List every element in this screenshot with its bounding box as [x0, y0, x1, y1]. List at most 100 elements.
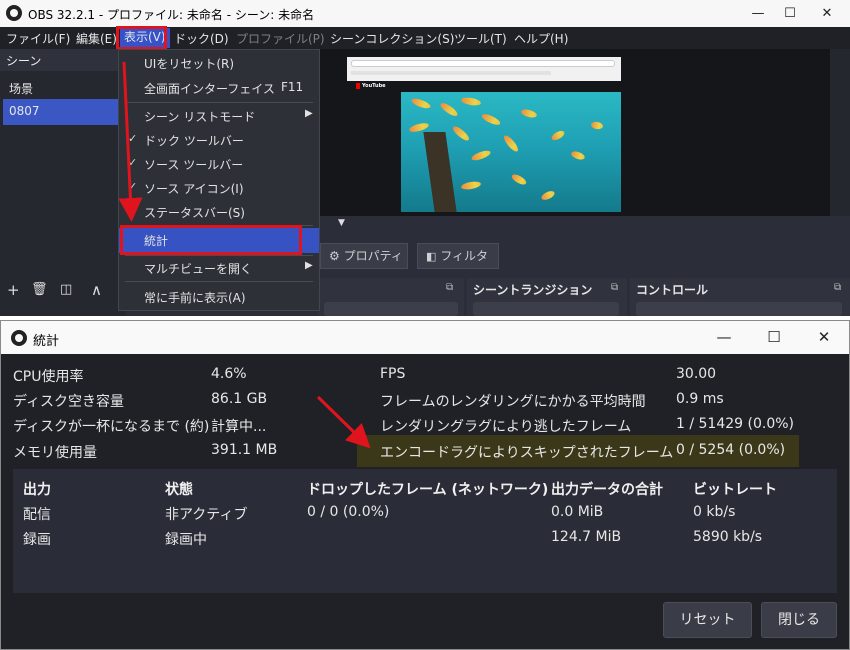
stat-value-render-time: 0.9 ms: [676, 391, 724, 407]
stat-value-render-lag: 1 / 51429 (0.0%): [676, 416, 795, 432]
stat-value-fps: 30.00: [676, 366, 717, 382]
properties-button[interactable]: ⚙ プロパティ: [320, 243, 408, 269]
sources-dock: ⧉: [318, 278, 464, 316]
controls-dock: コントロール ⧉: [630, 278, 850, 316]
minimize-button[interactable]: —: [699, 321, 749, 354]
preview-dropdown-icon[interactable]: ▼: [338, 218, 345, 228]
window-title: OBS 32.2.1 - プロファイル: 未命名 - シーン: 未命名: [28, 8, 315, 22]
properties-label: プロパティ: [343, 249, 403, 263]
table-cell: 録画: [23, 532, 51, 548]
scene-item[interactable]: 场景: [3, 75, 119, 101]
table-cell: 124.7 MiB: [551, 529, 622, 545]
dock-content: [324, 302, 458, 316]
reset-button[interactable]: リセット: [663, 602, 752, 638]
fish-graphic: [410, 96, 432, 111]
stat-label-disk-full-eta: ディスクが一杯になるまで (約): [13, 419, 210, 435]
obs-logo-icon: [6, 5, 22, 21]
close-button[interactable]: ✕: [804, 0, 850, 27]
menu-help[interactable]: ヘルプ(H): [514, 30, 568, 47]
output-table: 出力 状態 ドロップしたフレーム (ネットワーク) 出力データの合計 ビットレー…: [13, 469, 837, 593]
gear-icon: ⚙: [329, 249, 340, 263]
menu-item-fullscreen[interactable]: 全画面インターフェイス F11: [119, 76, 319, 100]
check-icon: ✓: [128, 180, 138, 193]
dock-float-icon[interactable]: ⧉: [446, 282, 453, 293]
menu-separator: [125, 102, 313, 103]
move-up-icon[interactable]: ∧: [91, 281, 102, 299]
column-header: 状態: [165, 482, 193, 498]
transitions-dock: シーントランジション ⧉: [467, 278, 627, 316]
stat-label-render-time: フレームのレンダリングにかかる平均時間: [380, 394, 646, 410]
menu-item-source-icons[interactable]: ✓ ソース アイコン(I): [119, 176, 319, 200]
menu-item-always-on-top[interactable]: 常に手前に表示(A): [119, 285, 319, 309]
dock-float-icon[interactable]: ⧉: [834, 282, 841, 293]
menu-scene-collection[interactable]: シーンコレクション(S): [330, 30, 454, 47]
stat-label-disk-free: ディスク空き容量: [13, 394, 125, 410]
fish-graphic: [570, 149, 586, 162]
submenu-arrow-icon: ▶: [305, 260, 313, 271]
menu-profile[interactable]: プロファイル(P): [236, 30, 325, 47]
column-header: 出力: [23, 482, 51, 498]
fish-graphic: [550, 128, 566, 143]
menu-item-scene-list-mode[interactable]: シーン リストモード ▶: [119, 104, 319, 128]
stats-titlebar: 統計 — ☐ ✕: [1, 321, 849, 354]
close-button[interactable]: ✕: [799, 321, 849, 354]
remove-scene-icon[interactable]: 🗑: [31, 282, 48, 297]
preview-scrollbar[interactable]: [830, 49, 850, 216]
submenu-arrow-icon: ▶: [305, 108, 313, 119]
fish-graphic: [460, 96, 482, 107]
table-cell: 0 / 0 (0.0%): [307, 504, 390, 520]
menu-edit[interactable]: 編集(E): [76, 30, 117, 47]
dock-content: [636, 302, 842, 316]
table-cell: 0.0 MiB: [551, 504, 604, 520]
fish-graphic: [480, 112, 502, 127]
table-cell: 非アクティブ: [165, 507, 248, 523]
view-dropdown-menu: UIをリセット(R) 全画面インターフェイス F11 シーン リストモード ▶ …: [118, 49, 320, 311]
menu-item-multiview[interactable]: マルチビューを開く ▶: [119, 256, 319, 280]
filters-label: フィルタ: [440, 249, 488, 263]
filters-button[interactable]: ◧ フィルタ: [417, 243, 499, 269]
menu-dock[interactable]: ドック(D): [174, 30, 229, 47]
fish-graphic: [540, 189, 556, 202]
maximize-button[interactable]: ☐: [749, 321, 799, 354]
stat-value-cpu: 4.6%: [211, 366, 247, 382]
menu-item-status-bar[interactable]: ✓ ステータスバー(S): [119, 200, 319, 224]
captured-bookmarks-bar: [351, 71, 551, 75]
filter-icon: ◧: [426, 250, 437, 263]
obs-logo-icon: [11, 330, 27, 346]
column-header: ビットレート: [693, 482, 777, 498]
menu-tools[interactable]: ツール(T): [454, 30, 507, 47]
stat-label-cpu: CPU使用率: [13, 369, 84, 385]
menu-item-dock-toolbar[interactable]: ✓ ドック ツールバー: [119, 128, 319, 152]
view-menu-highlight-box: [116, 26, 167, 50]
menu-file[interactable]: ファイル(F): [6, 30, 70, 47]
stats-window-title: 統計: [33, 334, 60, 349]
table-cell: 5890 kb/s: [693, 529, 763, 545]
youtube-logo: YouTube: [356, 83, 386, 89]
add-scene-icon[interactable]: +: [7, 281, 20, 299]
scene-filter-icon[interactable]: ◫: [60, 282, 72, 297]
table-cell: 0 kb/s: [693, 504, 736, 520]
close-stats-button[interactable]: 閉じる: [761, 602, 837, 638]
controls-title: コントロール: [636, 283, 709, 297]
stat-value-disk-full-eta: 計算中...: [211, 419, 267, 435]
fish-graphic: [501, 133, 521, 154]
coral-pillar: [423, 132, 457, 212]
dock-float-icon[interactable]: ⧉: [611, 282, 618, 293]
fish-graphic: [510, 172, 528, 187]
fish-graphic: [520, 108, 538, 119]
table-cell: 配信: [23, 507, 51, 523]
menu-item-source-toolbar[interactable]: ✓ ソース ツールバー: [119, 152, 319, 176]
check-icon: ✓: [128, 204, 138, 217]
scenes-header: シーン: [0, 49, 126, 71]
fish-graphic: [451, 124, 471, 143]
scene-item-selected[interactable]: 0807: [3, 99, 119, 125]
fish-graphic: [470, 148, 492, 163]
stat-label-fps: FPS: [380, 366, 406, 382]
shortcut-label: F11: [281, 80, 304, 94]
table-cell: 録画中: [165, 532, 207, 548]
stat-value-encode-lag: 0 / 5254 (0.0%): [676, 442, 786, 458]
captured-address-bar: [351, 60, 615, 67]
menu-item-reset-ui[interactable]: UIをリセット(R): [119, 51, 319, 75]
captured-video: [401, 92, 621, 212]
stats-window: 統計 — ☐ ✕ CPU使用率 4.6% ディスク空き容量 86.1 GB ディ…: [0, 320, 850, 650]
